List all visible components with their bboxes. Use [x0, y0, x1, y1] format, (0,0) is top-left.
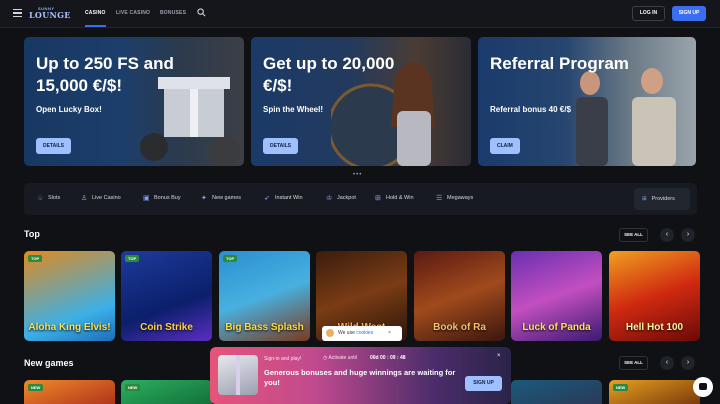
nav-live-casino[interactable]: LIVE CASINO	[116, 10, 150, 16]
game-title: Hell Hot 100	[625, 322, 684, 333]
spark-icon: ✦	[201, 195, 207, 202]
section-title-new-games: New games	[24, 358, 74, 368]
gift-icon: ▣	[143, 195, 150, 202]
see-all-new-button[interactable]: SEE ALL	[619, 356, 648, 370]
prev-arrow-icon[interactable]: ‹	[660, 228, 674, 242]
banner-subtitle: Spin the Wheel!	[263, 105, 323, 114]
popup-small-text: Sign-in and play!	[264, 356, 302, 362]
game-tile[interactable]: TOP Big Bass Splash	[219, 251, 310, 341]
category-slots[interactable]: ♧ Slots	[37, 195, 60, 202]
activate-label: Activate until	[328, 355, 357, 361]
category-bar: ♧ Slots ♙ Live Casino ▣ Bonus Buy ✦ New game…	[24, 183, 697, 215]
section-title-top: Top	[24, 229, 40, 239]
gift-image	[218, 355, 258, 395]
new-badge: NEW	[28, 384, 44, 391]
category-megaways[interactable]: ☰ Megaways	[436, 195, 473, 202]
banner-title: Get up to 20,000 €/$!	[263, 54, 395, 95]
crown-icon: ♔	[326, 195, 333, 202]
game-title: Coin Strike	[140, 322, 193, 333]
game-tile[interactable]: Luck of Panda	[511, 251, 602, 341]
close-icon[interactable]: ×	[497, 353, 501, 359]
game-tile[interactable]	[511, 380, 602, 404]
providers-button[interactable]: ⊞ Providers	[634, 188, 690, 210]
category-live-casino[interactable]: ♙ Live Casino	[81, 195, 121, 202]
carousel-dots[interactable]: •••	[353, 172, 362, 178]
stack-icon: ☰	[436, 195, 443, 202]
logo[interactable]: SUNNY LOUNGE	[29, 6, 70, 20]
login-button[interactable]: LOG IN	[632, 6, 665, 21]
new-badge: NEW	[613, 384, 629, 391]
grid-icon: ⊞	[375, 195, 381, 202]
active-nav-underline	[85, 25, 106, 27]
clock-icon: ◷ Activate until	[323, 355, 357, 361]
see-all-top-button[interactable]: SEE ALL	[619, 228, 648, 242]
game-tile[interactable]: NEW	[24, 380, 115, 404]
next-arrow-icon[interactable]: ›	[681, 356, 695, 370]
signup-promo-popup: Sign-in and play! ◷ Activate until 00d 0…	[210, 347, 511, 404]
game-tile[interactable]: Book of Ra	[414, 251, 505, 341]
game-tile[interactable]: Hell Hot 100	[609, 251, 700, 341]
category-bonus-buy[interactable]: ▣ Bonus Buy	[143, 195, 181, 202]
top-badge: TOP	[125, 255, 140, 262]
game-tile[interactable]: NEW	[121, 380, 212, 404]
top-badge: TOP	[223, 255, 238, 262]
banner-title: Up to 250 FS and 15,000 €/$!	[36, 54, 174, 95]
signup-button[interactable]: SIGN UP	[672, 6, 706, 21]
rocket-icon: ➶	[264, 195, 270, 202]
cookie-notice: We use cookies ×	[322, 326, 402, 341]
game-tile[interactable]: NEW	[609, 380, 700, 404]
game-title: Big Bass Splash	[225, 322, 304, 333]
search-icon[interactable]	[197, 8, 206, 17]
game-tile[interactable]: TOP Coin Strike	[121, 251, 212, 341]
banner-referral[interactable]: Referral Program Referral bonus 40 €/$ C…	[478, 37, 696, 166]
claim-button[interactable]: CLAIM	[490, 138, 520, 154]
details-button[interactable]: DETAILS	[263, 138, 299, 154]
game-title: Luck of Panda	[522, 322, 591, 333]
nav-bonuses[interactable]: BONUSES	[160, 10, 186, 16]
person-icon: ♙	[81, 195, 88, 202]
category-instant-win[interactable]: ➶ Instant Win	[264, 195, 303, 202]
game-title: Book of Ra	[433, 322, 486, 333]
banner-subtitle: Open Lucky Box!	[36, 105, 102, 114]
popup-text: Generous bonuses and huge winnings are w…	[264, 368, 456, 387]
top-badge: TOP	[28, 255, 43, 262]
popup-signup-button[interactable]: SIGN UP	[465, 376, 502, 391]
category-new-games[interactable]: ✦ New games	[201, 195, 241, 202]
banner-wheel[interactable]: Get up to 20,000 €/$! Spin the Wheel! DE…	[251, 37, 471, 166]
category-hold-win[interactable]: ⊞ Hold & Win	[375, 195, 414, 202]
next-arrow-icon[interactable]: ›	[681, 228, 695, 242]
category-jackpot[interactable]: ♔ Jackpot	[326, 195, 356, 202]
close-icon[interactable]: ×	[388, 326, 391, 341]
new-badge: NEW	[125, 384, 141, 391]
cookies-link[interactable]: cookies	[356, 330, 373, 336]
header: SUNNY LOUNGE CASINO LIVE CASINO BONUSES …	[0, 0, 720, 28]
details-button[interactable]: DETAILS	[36, 138, 72, 154]
cookie-icon	[326, 329, 334, 337]
chat-icon[interactable]	[693, 377, 713, 397]
slots-icon: ♧	[37, 195, 44, 202]
game-title: Aloha King Elvis!	[28, 322, 111, 333]
game-tile[interactable]: TOP Aloha King Elvis!	[24, 251, 115, 341]
prev-arrow-icon[interactable]: ‹	[660, 356, 674, 370]
banner-lucky-box[interactable]: Up to 250 FS and 15,000 €/$! Open Lucky …	[24, 37, 244, 166]
banner-title: Referral Program	[490, 54, 629, 73]
providers-icon: ⊞	[642, 196, 647, 202]
nav-casino[interactable]: CASINO	[85, 10, 106, 16]
banner-subtitle: Referral bonus 40 €/$	[490, 105, 571, 114]
menu-icon[interactable]	[13, 9, 22, 17]
countdown-timer: 00d 00 : 09 : 48	[370, 355, 406, 361]
